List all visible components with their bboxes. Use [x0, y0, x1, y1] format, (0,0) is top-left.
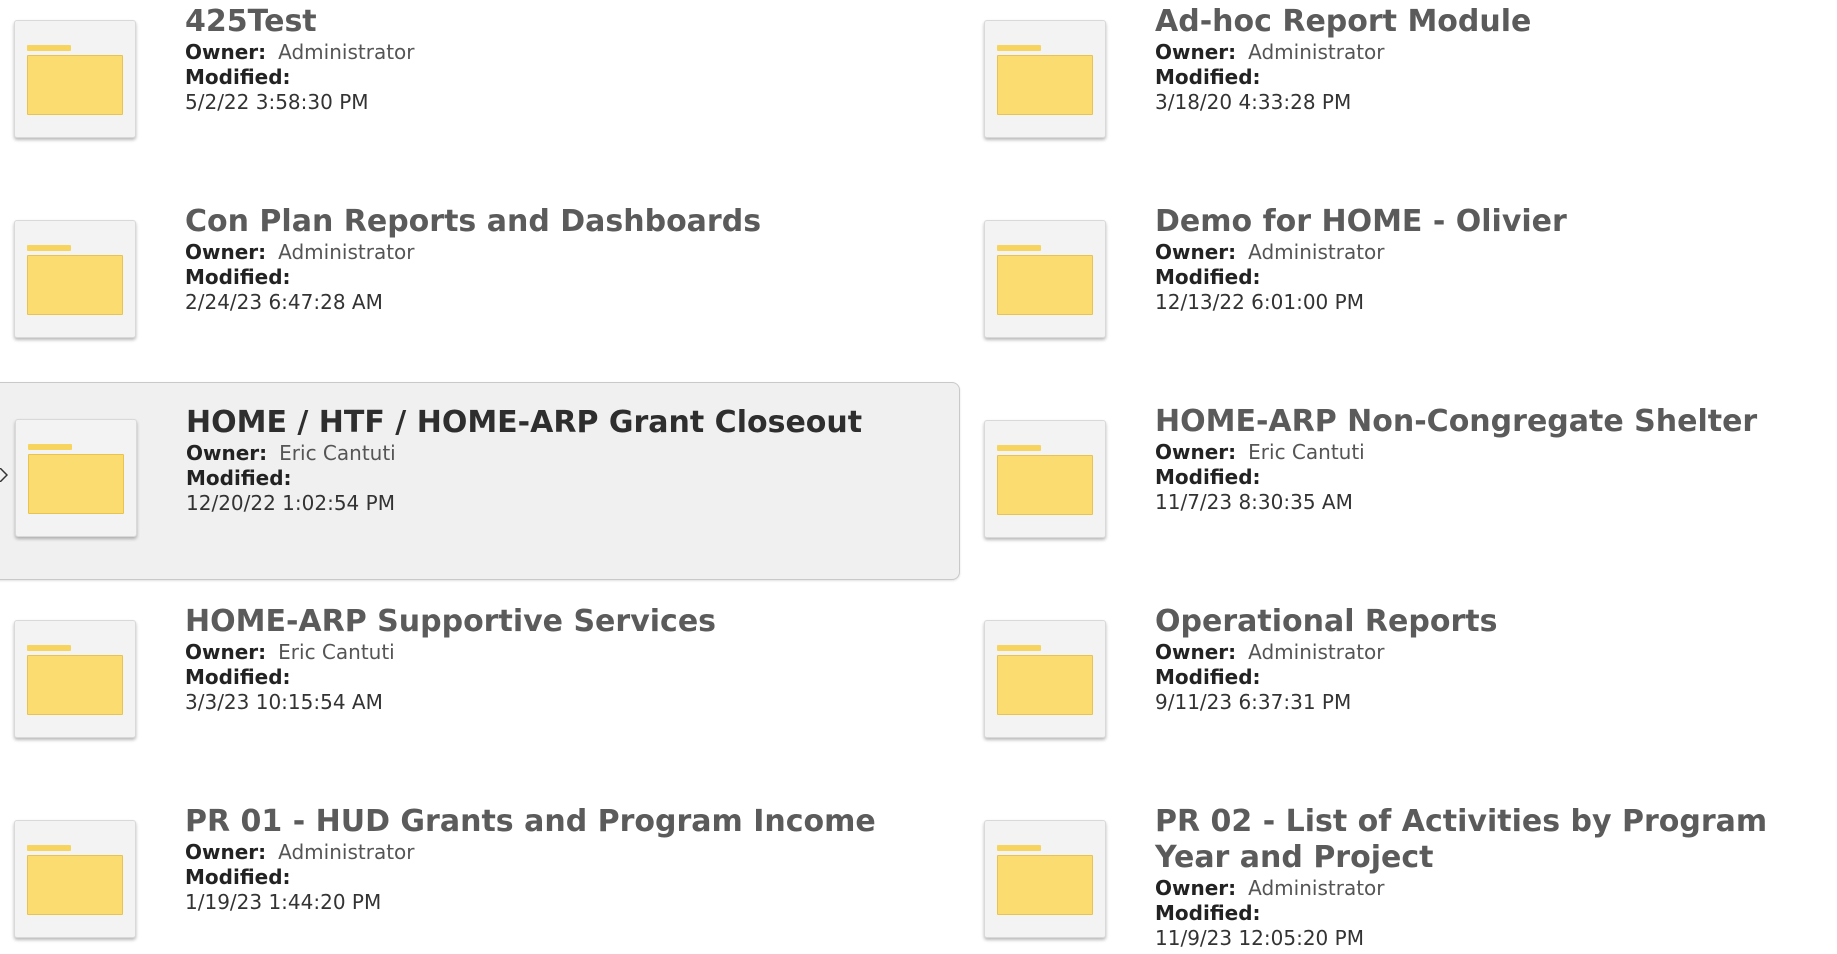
- owner-label: Owner:: [1155, 240, 1237, 264]
- folder-title[interactable]: HOME-ARP Non-Congregate Shelter: [1155, 404, 1837, 440]
- modified-label: Modified:: [185, 865, 291, 889]
- owner-value: Administrator: [278, 240, 415, 264]
- modified-label: Modified:: [1155, 265, 1261, 289]
- folder-icon: [27, 245, 123, 315]
- folder-icon: [997, 845, 1093, 915]
- folder-thumbnail[interactable]: [14, 20, 136, 138]
- owner-value: Administrator: [1248, 40, 1385, 64]
- folder-thumbnail[interactable]: [14, 220, 136, 338]
- folder-title[interactable]: Operational Reports: [1155, 604, 1837, 640]
- owner-value: Administrator: [1248, 876, 1385, 900]
- folder-icon: [997, 45, 1093, 115]
- owner-label: Owner:: [186, 441, 268, 465]
- folder-icon: [997, 445, 1093, 515]
- modified-value: 3/3/23 10:15:54 AM: [185, 690, 383, 714]
- folder-title[interactable]: HOME-ARP Supportive Services: [185, 604, 960, 640]
- folder-icon: [27, 645, 123, 715]
- folder-thumbnail[interactable]: [14, 620, 136, 738]
- modified-label: Modified:: [1155, 665, 1261, 689]
- modified-value: 9/11/23 6:37:31 PM: [1155, 690, 1352, 714]
- modified-value: 11/7/23 8:30:35 AM: [1155, 490, 1353, 514]
- folder-icon: [27, 845, 123, 915]
- folder-thumbnail[interactable]: [984, 20, 1106, 138]
- folder-tile[interactable]: Ad-hoc Report Module Owner: Administrator…: [970, 0, 1837, 180]
- owner-value: Administrator: [1248, 640, 1385, 664]
- modified-value: 2/24/23 6:47:28 AM: [185, 290, 383, 314]
- folder-tile-selected[interactable]: HOME / HTF / HOME-ARP Grant Closeout Own…: [0, 382, 960, 580]
- owner-label: Owner:: [1155, 40, 1237, 64]
- owner-value: Eric Cantuti: [1248, 440, 1365, 464]
- folder-icon: [27, 45, 123, 115]
- modified-label: Modified:: [185, 265, 291, 289]
- folder-title[interactable]: HOME / HTF / HOME-ARP Grant Closeout: [186, 405, 959, 441]
- folder-icon: [997, 645, 1093, 715]
- owner-label: Owner:: [1155, 640, 1237, 664]
- modified-label: Modified:: [185, 65, 291, 89]
- modified-label: Modified:: [1155, 465, 1261, 489]
- modified-value: 12/20/22 1:02:54 PM: [186, 491, 395, 515]
- folder-title[interactable]: PR 02 - List of Activities by Program Ye…: [1155, 804, 1837, 876]
- folder-title[interactable]: 425Test: [185, 4, 960, 40]
- owner-label: Owner:: [1155, 440, 1237, 464]
- owner-value: Eric Cantuti: [278, 640, 395, 664]
- modified-label: Modified:: [185, 665, 291, 689]
- folder-title[interactable]: PR 01 - HUD Grants and Program Income: [185, 804, 960, 840]
- folder-title[interactable]: Demo for HOME - Olivier: [1155, 204, 1837, 240]
- folder-tile[interactable]: PR 01 - HUD Grants and Program Income Ow…: [0, 800, 960, 954]
- folder-thumbnail[interactable]: [984, 620, 1106, 738]
- folder-grid: 425Test Owner: Administrator Modified: 5/…: [0, 0, 1837, 954]
- folder-tile[interactable]: 425Test Owner: Administrator Modified: 5/…: [0, 0, 960, 180]
- folder-tile[interactable]: Con Plan Reports and Dashboards Owner: Ad…: [0, 200, 960, 380]
- folder-tile[interactable]: Operational Reports Owner: Administrator …: [970, 600, 1837, 780]
- folder-tile[interactable]: HOME-ARP Supportive Services Owner: Eric …: [0, 600, 960, 780]
- owner-label: Owner:: [1155, 876, 1237, 900]
- owner-value: Administrator: [278, 40, 415, 64]
- modified-label: Modified:: [186, 466, 292, 490]
- folder-icon: [997, 245, 1093, 315]
- folder-tile[interactable]: Demo for HOME - Olivier Owner: Administra…: [970, 200, 1837, 380]
- folder-thumbnail[interactable]: [14, 820, 136, 938]
- owner-label: Owner:: [185, 840, 267, 864]
- folder-tile[interactable]: PR 02 - List of Activities by Program Ye…: [970, 800, 1837, 954]
- owner-value: Eric Cantuti: [279, 441, 396, 465]
- owner-label: Owner:: [185, 640, 267, 664]
- modified-value: 1/19/23 1:44:20 PM: [185, 890, 382, 914]
- modified-value: 12/13/22 6:01:00 PM: [1155, 290, 1364, 314]
- modified-label: Modified:: [1155, 65, 1261, 89]
- folder-icon: [28, 444, 124, 514]
- modified-value: 11/9/23 12:05:20 PM: [1155, 926, 1364, 950]
- folder-title[interactable]: Ad-hoc Report Module: [1155, 4, 1837, 40]
- modified-label: Modified:: [1155, 901, 1261, 925]
- modified-value: 3/18/20 4:33:28 PM: [1155, 90, 1352, 114]
- modified-value: 5/2/22 3:58:30 PM: [185, 90, 369, 114]
- owner-value: Administrator: [278, 840, 415, 864]
- folder-thumbnail[interactable]: [984, 420, 1106, 538]
- owner-label: Owner:: [185, 240, 267, 264]
- folder-thumbnail[interactable]: [984, 220, 1106, 338]
- folder-title[interactable]: Con Plan Reports and Dashboards: [185, 204, 960, 240]
- folder-tile[interactable]: HOME-ARP Non-Congregate Shelter Owner: Er…: [970, 400, 1837, 580]
- folder-thumbnail[interactable]: [15, 419, 137, 537]
- folder-thumbnail[interactable]: [984, 820, 1106, 938]
- owner-label: Owner:: [185, 40, 267, 64]
- mouse-cursor-icon: [0, 468, 8, 482]
- owner-value: Administrator: [1248, 240, 1385, 264]
